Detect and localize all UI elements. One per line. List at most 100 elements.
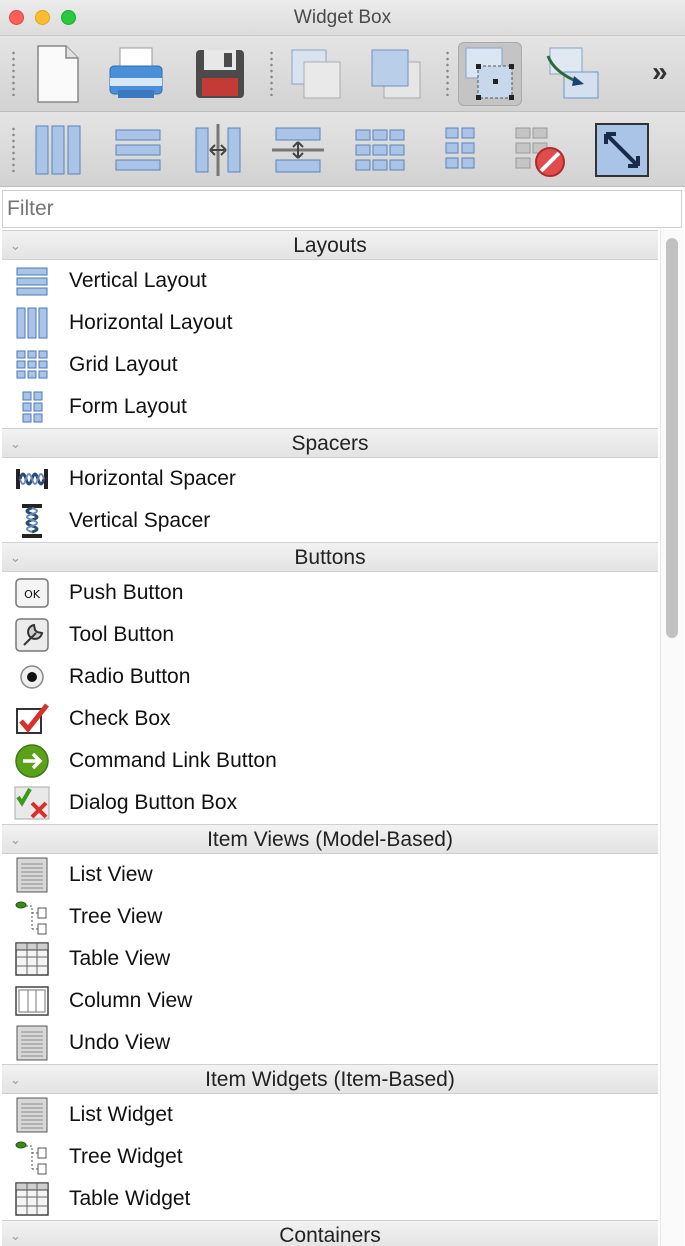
widget-item-tool-button[interactable]: Tool Button: [2, 614, 658, 656]
widget-item-vertical-spacer[interactable]: Vertical Spacer: [2, 500, 658, 542]
widget-item-dialog-button-box[interactable]: Dialog Button Box: [2, 782, 658, 824]
widget-item-tree-view[interactable]: Tree View: [2, 896, 658, 938]
dialog-button-box-icon: [14, 785, 50, 821]
break-layout-button[interactable]: [508, 118, 572, 182]
command-link-arrow-icon: [14, 743, 50, 779]
form-layout-icon: [14, 389, 50, 425]
new-document-button[interactable]: [26, 42, 90, 106]
widget-label: Table Widget: [69, 1187, 191, 1210]
vertical-scrollbar[interactable]: [660, 230, 684, 1246]
title-bar: Widget Box: [0, 0, 685, 36]
widget-item-horizontal-spacer[interactable]: Horizontal Spacer: [2, 458, 658, 500]
layout-horizontal-splitter-button[interactable]: [186, 118, 250, 182]
horizontal-spacer-icon: [14, 461, 50, 497]
category-header-buttons[interactable]: ⌄ Buttons: [2, 542, 658, 572]
print-icon: [109, 47, 163, 98]
save-icon: [196, 50, 244, 98]
category-title: Item Views (Model-Based): [207, 828, 453, 851]
widget-item-grid-layout[interactable]: Grid Layout: [2, 344, 658, 386]
widget-label: Push Button: [69, 581, 184, 604]
widget-label: List Widget: [69, 1103, 173, 1126]
table-view-icon: [14, 941, 50, 977]
widget-item-form-layout[interactable]: Form Layout: [2, 386, 658, 428]
layout-grid-button[interactable]: [348, 118, 412, 182]
adjust-size-button[interactable]: [590, 118, 654, 182]
bring-to-front-icon: [371, 49, 421, 99]
vertical-layout-icon: [14, 263, 50, 299]
layout-horizontally-button[interactable]: [26, 118, 90, 182]
svg-text:OK: OK: [24, 588, 41, 601]
toolbar-grip[interactable]: [446, 50, 449, 96]
widget-item-undo-view[interactable]: Undo View: [2, 1022, 658, 1064]
widget-label: Horizontal Spacer: [69, 467, 236, 490]
collapse-arrow-icon[interactable]: ⌄: [10, 429, 21, 458]
list-view-icon: [14, 857, 50, 893]
edit-signals-slots-button[interactable]: [540, 42, 604, 106]
widget-item-tree-widget[interactable]: Tree Widget: [2, 1136, 658, 1178]
widget-item-push-button[interactable]: OK Push Button: [2, 572, 658, 614]
widget-label: Grid Layout: [69, 353, 178, 376]
collapse-arrow-icon[interactable]: ⌄: [10, 543, 21, 572]
widget-item-list-view[interactable]: List View: [2, 854, 658, 896]
send-to-back-button[interactable]: [284, 42, 348, 106]
vertical-spacer-icon: [14, 503, 50, 539]
save-button[interactable]: [188, 42, 252, 106]
layout-horizontal-splitter-icon: [195, 124, 241, 176]
widget-label: Table View: [69, 947, 171, 970]
toolbar-overflow-button[interactable]: »: [652, 56, 668, 88]
collapse-arrow-icon[interactable]: ⌄: [10, 825, 21, 854]
category-header-item-views[interactable]: ⌄ Item Views (Model-Based): [2, 824, 658, 854]
widget-item-check-box[interactable]: Check Box: [2, 698, 658, 740]
widget-item-table-view[interactable]: Table View: [2, 938, 658, 980]
scrollbar-thumb[interactable]: [666, 238, 678, 638]
toolbar-grip[interactable]: [270, 50, 273, 96]
collapse-arrow-icon[interactable]: ⌄: [10, 231, 21, 260]
widget-label: Column View: [69, 989, 193, 1012]
widget-label: Tree Widget: [69, 1145, 183, 1168]
layout-vertical-splitter-button[interactable]: [266, 118, 330, 182]
category-header-layouts[interactable]: ⌄ Layouts: [2, 230, 658, 260]
toolbar-grip[interactable]: [12, 50, 15, 96]
widget-label: Radio Button: [69, 665, 191, 688]
widget-label: Command Link Button: [69, 749, 277, 772]
tool-button-icon: [14, 617, 50, 653]
category-title: Buttons: [294, 546, 366, 569]
widget-item-table-widget[interactable]: Table Widget: [2, 1178, 658, 1220]
layout-form-button[interactable]: [428, 118, 492, 182]
category-header-containers[interactable]: ⌄ Containers: [2, 1220, 658, 1246]
widget-item-command-link-button[interactable]: Command Link Button: [2, 740, 658, 782]
main-toolbar: »: [0, 36, 685, 112]
toolbar-grip[interactable]: [12, 126, 15, 172]
filter-input[interactable]: [2, 190, 682, 228]
widget-label: Horizontal Layout: [69, 311, 233, 334]
category-title: Item Widgets (Item-Based): [205, 1068, 455, 1091]
print-button[interactable]: [104, 42, 168, 106]
widget-item-horizontal-layout[interactable]: Horizontal Layout: [2, 302, 658, 344]
widget-label: Form Layout: [69, 395, 187, 418]
new-document-icon: [37, 45, 79, 103]
widget-item-radio-button[interactable]: Radio Button: [2, 656, 658, 698]
tree-view-icon: [14, 899, 50, 935]
undo-view-icon: [14, 1025, 50, 1061]
widget-list: ⌄ Layouts Vertical Layout Horizontal Lay…: [2, 230, 658, 1246]
layout-vertically-button[interactable]: [106, 118, 170, 182]
radio-button-icon: [14, 659, 50, 695]
edit-widgets-button[interactable]: [458, 42, 522, 106]
widget-label: Check Box: [69, 707, 171, 730]
widget-label: List View: [69, 863, 153, 886]
table-widget-icon: [14, 1181, 50, 1217]
collapse-arrow-icon[interactable]: ⌄: [10, 1065, 21, 1094]
category-header-spacers[interactable]: ⌄ Spacers: [2, 428, 658, 458]
bring-to-front-button[interactable]: [364, 42, 428, 106]
category-header-item-widgets[interactable]: ⌄ Item Widgets (Item-Based): [2, 1064, 658, 1094]
widget-label: Dialog Button Box: [69, 791, 238, 814]
window-title: Widget Box: [293, 7, 392, 28]
layout-vertical-splitter-icon: [272, 127, 324, 173]
grid-layout-icon: [14, 347, 50, 383]
widget-item-column-view[interactable]: Column View: [2, 980, 658, 1022]
break-layout-icon: [515, 127, 565, 177]
tree-widget-icon: [14, 1139, 50, 1175]
widget-item-vertical-layout[interactable]: Vertical Layout: [2, 260, 658, 302]
widget-item-list-widget[interactable]: List Widget: [2, 1094, 658, 1136]
collapse-arrow-icon[interactable]: ⌄: [10, 1221, 21, 1246]
